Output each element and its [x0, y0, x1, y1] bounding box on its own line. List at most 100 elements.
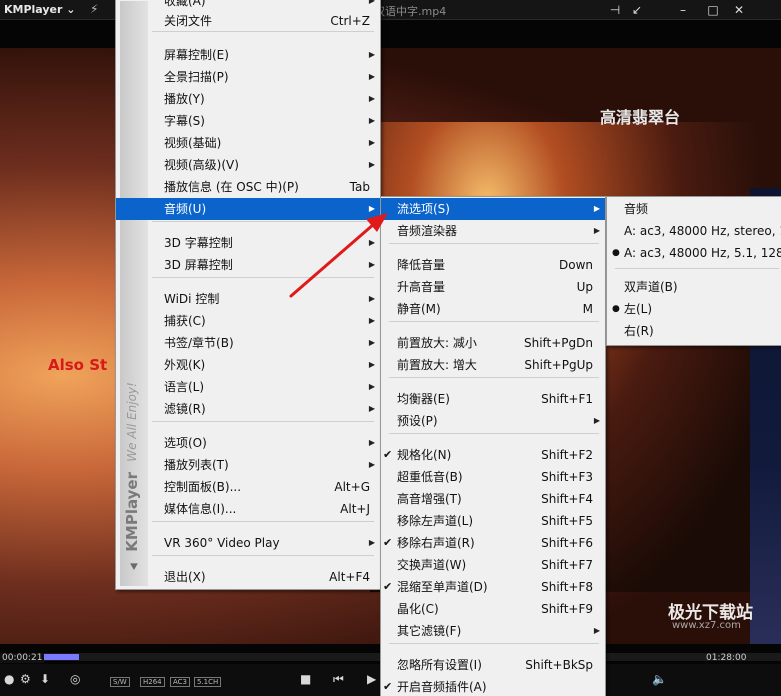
menu-item-升高音量[interactable]: 升高音量 Up — [381, 276, 605, 298]
menu-item-label: 视频(高级)(V) — [164, 158, 239, 172]
menu-item-label: 音频 — [624, 202, 649, 216]
menu-item-label: 字幕(S) — [164, 114, 205, 128]
submenu-arrow-icon: ▶ — [368, 160, 375, 169]
lightning-icon[interactable]: ⚡ — [90, 2, 98, 16]
menu-item-晶化[interactable]: 晶化(C) Shift+F9 — [381, 598, 605, 620]
volume-icon[interactable]: 🔈 — [652, 672, 667, 686]
previous-icon[interactable]: ⏮ — [333, 672, 344, 687]
close-icon[interactable]: ✕ — [729, 2, 749, 18]
submenu-arrow-icon: ▶ — [368, 116, 375, 125]
menu-item-播放[interactable]: 播放(Y) ▶ — [116, 88, 380, 110]
play-icon[interactable]: ▶ — [367, 672, 376, 686]
menu-item-音频[interactable]: 音频(U) ▶ — [116, 198, 380, 220]
submenu-arrow-icon: ▶ — [368, 50, 375, 59]
menu-item-移除左声道[interactable]: 移除左声道(L) Shift+F5 — [381, 510, 605, 532]
menu-item-忽略所有设置[interactable]: 忽略所有设置(I) Shift+BkSp — [381, 654, 605, 676]
mini-icon[interactable]: ↙ — [627, 2, 647, 18]
menu-item-视频[interactable]: 视频(基础) ▶ — [116, 132, 380, 154]
menu-item-label: 捕获(C) — [164, 314, 206, 328]
menu-item-label: 退出(X) — [164, 570, 206, 584]
menu-item-label: 均衡器(E) — [397, 392, 450, 406]
menu-item-右[interactable]: 右(R) — [607, 320, 781, 342]
menu-item-字幕[interactable]: 字幕(S) ▶ — [116, 110, 380, 132]
menu-item-label: 规格化(N) — [397, 448, 452, 462]
menu-item-关闭文件[interactable]: 关闭文件 Ctrl+Z — [116, 10, 380, 32]
menu-item-双声道[interactable]: 双声道(B) — [607, 276, 781, 298]
vr-icon[interactable]: ◎ — [70, 672, 80, 686]
menu-item-label: 移除左声道(L) — [397, 514, 474, 528]
menu-item-视频[interactable]: 视频(高级)(V) ▶ — [116, 154, 380, 176]
menu-item-label: 流选项(S) — [397, 202, 450, 216]
submenu-arrow-icon: ▶ — [368, 438, 375, 447]
menu-item-语言[interactable]: 语言(L) ▶ — [116, 376, 380, 398]
menu-item-选项[interactable]: 选项(O) ▶ — [116, 432, 380, 454]
menu-item-音频[interactable]: 音频 — [607, 198, 781, 220]
menu-item-label: 前置放大: 减小 — [397, 336, 477, 350]
menu-item-前置放大-增大[interactable]: 前置放大: 增大 Shift+PgUp — [381, 354, 605, 376]
minimize-icon[interactable]: – — [673, 2, 693, 18]
menu-item-外观[interactable]: 外观(K) ▶ — [116, 354, 380, 376]
radio-dot-icon: ● — [612, 248, 620, 258]
menu-item-label: 书签/章节(B) — [164, 336, 234, 350]
checkmark-icon: ✔ — [383, 580, 393, 593]
menu-item-规格化[interactable]: ✔ 规格化(N) Shift+F2 — [381, 444, 605, 466]
menu-item-音频渲染器[interactable]: 音频渲染器 ▶ — [381, 220, 605, 242]
menu-item-开启音频插件[interactable]: ✔ 开启音频插件(A) — [381, 676, 605, 696]
submenu-arrow-icon: ▶ — [368, 260, 375, 269]
menu-item-label: 播放信息 (在 OSC 中)(P) — [164, 180, 299, 194]
menu-item-书签-章节[interactable]: 书签/章节(B) ▶ — [116, 332, 380, 354]
watermark-url: www.xz7.com — [672, 620, 741, 631]
menu-item-控制面板[interactable]: 控制面板(B)... Alt+G — [116, 476, 380, 498]
menu-item-屏幕控制[interactable]: 屏幕控制(E) ▶ — [116, 44, 380, 66]
menu-item-全景扫描[interactable]: 全景扫描(P) ▶ — [116, 66, 380, 88]
menu-item-静音[interactable]: 静音(M) M — [381, 298, 605, 320]
menu-item-label: 全景扫描(P) — [164, 70, 229, 84]
menu-item-播放列表[interactable]: 播放列表(T) ▶ — [116, 454, 380, 476]
stop-icon[interactable]: ■ — [300, 672, 311, 686]
menu-item-label: 混缩至单声道(D) — [397, 580, 488, 594]
menu-item-高音增强[interactable]: 高音增强(T) Shift+F4 — [381, 488, 605, 510]
menu-item-左[interactable]: ● 左(L) — [607, 298, 781, 320]
menu-item-移除右声道[interactable]: ✔ 移除右声道(R) Shift+F6 — [381, 532, 605, 554]
submenu-arrow-icon: ▶ — [593, 226, 600, 235]
pin-icon[interactable]: ⊣ — [605, 2, 625, 18]
checkmark-icon: ✔ — [383, 680, 393, 693]
menu-item-混缩至单声道[interactable]: ✔ 混缩至单声道(D) Shift+F8 — [381, 576, 605, 598]
menu-item-媒体信息[interactable]: 媒体信息(I)... Alt+J — [116, 498, 380, 520]
stream-options-submenu: 音频 A: ac3, 48000 Hz, stereo, 12 ● A: ac3, 4… — [606, 196, 781, 346]
menu-item-预设[interactable]: 预设(P) ▶ — [381, 410, 605, 432]
menu-item-捕获[interactable]: 捕获(C) ▶ — [116, 310, 380, 332]
menu-item-3d-屏幕控制[interactable]: 3D 屏幕控制 ▶ — [116, 254, 380, 276]
menu-item-vr-360-video-play[interactable]: VR 360° Video Play ▶ — [116, 532, 380, 554]
menu-item-退出[interactable]: 退出(X) Alt+F4 — [116, 566, 380, 588]
menu-item-label: WiDi 控制 — [164, 292, 220, 306]
record-icon[interactable]: ● — [4, 672, 14, 686]
menu-item-均衡器[interactable]: 均衡器(E) Shift+F1 — [381, 388, 605, 410]
maximize-icon[interactable]: □ — [703, 2, 723, 18]
menu-item-a-ac3-48000-hz-5-1-128-k[interactable]: ● A: ac3, 48000 Hz, 5.1, 128 k — [607, 242, 781, 264]
time-elapsed: 00:00:21 — [0, 653, 45, 663]
download-icon[interactable]: ⬇ — [40, 672, 50, 686]
menu-item-超重低音[interactable]: 超重低音(B) Shift+F3 — [381, 466, 605, 488]
menu-item-前置放大-减小[interactable]: 前置放大: 减小 Shift+PgDn — [381, 332, 605, 354]
kmplayer-logo[interactable]: KMPlayer ⌄ — [4, 3, 76, 16]
menu-item-widi-控制[interactable]: WiDi 控制 ▶ — [116, 288, 380, 310]
menu-item-label: 静音(M) — [397, 302, 441, 316]
menu-item-label: 移除右声道(R) — [397, 536, 475, 550]
menu-item-3d-字幕控制[interactable]: 3D 字幕控制 ▶ — [116, 232, 380, 254]
menu-item-流选项[interactable]: 流选项(S) ▶ — [381, 198, 605, 220]
menu-separator — [389, 433, 599, 434]
menu-item-播放信息[interactable]: 播放信息 (在 OSC 中)(P) Tab — [116, 176, 380, 198]
menu-item-a-ac3-48000-hz-stereo-12[interactable]: A: ac3, 48000 Hz, stereo, 12 — [607, 220, 781, 242]
menu-item-交换声道[interactable]: 交换声道(W) Shift+F7 — [381, 554, 605, 576]
menu-item-其它滤镜[interactable]: 其它滤镜(F) ▶ — [381, 620, 605, 642]
radio-dot-icon: ● — [612, 304, 620, 314]
menu-item-shortcut: Shift+F4 — [541, 492, 593, 506]
menu-item-label: 选项(O) — [164, 436, 207, 450]
menu-item-降低音量[interactable]: 降低音量 Down — [381, 254, 605, 276]
menu-item-label: 播放(Y) — [164, 92, 205, 106]
gear-icon[interactable]: ⚙ — [20, 672, 31, 686]
submenu-arrow-icon: ▶ — [368, 460, 375, 469]
menu-item-label: 升高音量 — [397, 280, 446, 294]
menu-item-滤镜[interactable]: 滤镜(R) ▶ — [116, 398, 380, 420]
